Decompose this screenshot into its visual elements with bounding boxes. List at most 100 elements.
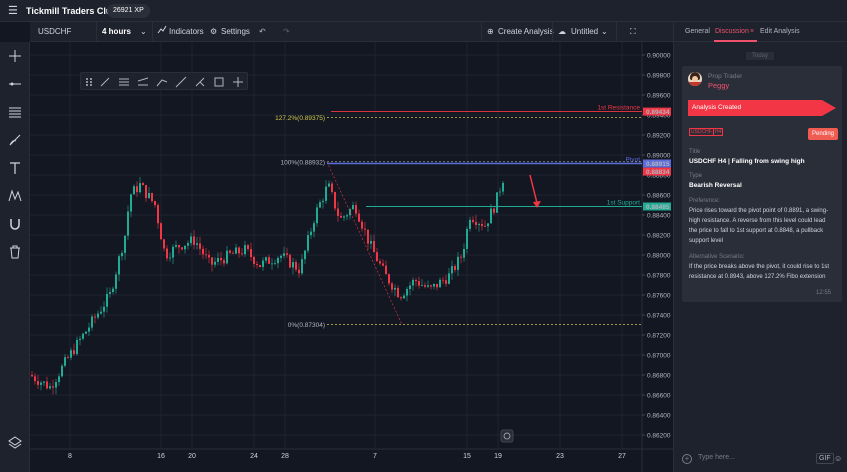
drag-handle-icon[interactable]: [83, 76, 95, 88]
add-attachment-icon[interactable]: +: [682, 454, 692, 464]
magnet-icon[interactable]: [5, 214, 25, 234]
candle-body: [346, 215, 348, 217]
candle-body: [376, 252, 378, 262]
create-analysis-button[interactable]: Create Analysis: [498, 22, 554, 42]
layout-name[interactable]: Untitled: [571, 22, 598, 42]
layers-icon[interactable]: [5, 432, 25, 452]
candle-body: [367, 229, 369, 244]
trend-line-icon[interactable]: [99, 76, 111, 88]
candle-body: [283, 253, 285, 256]
candle-body: [106, 293, 108, 307]
tab-general[interactable]: General: [685, 28, 710, 35]
candle-body: [178, 245, 180, 248]
pitchfork-icon[interactable]: [156, 76, 168, 88]
pattern-icon[interactable]: [5, 186, 25, 206]
settings-button[interactable]: Settings: [221, 22, 250, 42]
time-tick-label: 19: [494, 453, 502, 460]
candle-body: [136, 186, 138, 193]
crosshair-icon[interactable]: [5, 46, 25, 66]
alternative-text: If the price breaks above the pivot, it …: [689, 264, 830, 280]
candle-body: [394, 287, 396, 290]
candle-body: [97, 313, 99, 318]
ray-icon[interactable]: [175, 76, 187, 88]
candle-body: [151, 193, 153, 202]
fib-retracement-icon[interactable]: [5, 102, 25, 122]
candle-body: [439, 279, 441, 288]
analysis-type: Bearish Reversal: [689, 182, 742, 189]
candle-body: [250, 249, 252, 257]
candle-body: [199, 243, 201, 249]
divider: [481, 22, 482, 42]
candle-body: [475, 221, 477, 225]
price-chart[interactable]: 127.2%(0.89375) 100%(0.88932) 0%(0.87304) 1…: [30, 42, 673, 472]
channel-icon[interactable]: [137, 76, 149, 88]
candle-body: [130, 194, 132, 212]
symbol-selector[interactable]: USDCHF: [38, 22, 71, 42]
rectangle-icon[interactable]: [213, 76, 225, 88]
candle-body: [385, 265, 387, 275]
cloud-icon[interactable]: ☁: [558, 22, 566, 42]
chart-area[interactable]: 127.2%(0.89375) 100%(0.88932) 0%(0.87304) 1…: [30, 42, 673, 472]
hamburger-menu-icon[interactable]: ☰: [8, 5, 20, 17]
price-label: 0.88834: [646, 169, 670, 176]
candle-body: [193, 236, 195, 245]
brush-icon[interactable]: [5, 130, 25, 150]
type-label: Type: [689, 173, 703, 179]
candle-body: [52, 386, 54, 388]
price-tick-label: 0.87400: [647, 313, 671, 320]
preference-label: Preference:: [689, 198, 721, 204]
candle-body: [112, 288, 114, 293]
candle-body: [472, 219, 474, 222]
indicators-icon[interactable]: [157, 22, 167, 42]
candle-body: [31, 375, 33, 377]
fullscreen-icon[interactable]: ⛶: [630, 22, 636, 42]
candle-body: [418, 281, 420, 286]
price-tick-label: 0.88400: [647, 213, 671, 220]
fib-level-label: 100%(0.88932): [281, 159, 325, 166]
gear-icon[interactable]: ⚙: [210, 22, 217, 42]
text-icon[interactable]: [5, 158, 25, 178]
chevron-down-icon[interactable]: ⌄: [601, 22, 608, 42]
candle-body: [70, 350, 72, 358]
chevron-down-icon[interactable]: ⌄: [140, 22, 147, 42]
trash-icon[interactable]: [5, 242, 25, 262]
candle-body: [253, 256, 255, 264]
divider: [616, 22, 617, 42]
level-label: Pivot: [626, 157, 641, 164]
candle-body: [397, 287, 399, 298]
candle-body: [406, 289, 408, 296]
candle-body: [298, 269, 300, 274]
interval-selector[interactable]: 4 hours: [102, 22, 131, 42]
indicators-button[interactable]: Indicators: [169, 22, 204, 42]
candle-body: [79, 338, 81, 340]
preference-text: Price rises toward the pivot point of 0.…: [689, 208, 829, 244]
candle-body: [163, 239, 165, 249]
candle-body: [274, 263, 276, 264]
candle-body: [184, 245, 186, 250]
price-tick-label: 0.87800: [647, 273, 671, 280]
plus-circle-icon[interactable]: ⊕: [487, 22, 494, 42]
candle-body: [67, 357, 69, 358]
close-icon[interactable]: ×: [750, 28, 754, 35]
author-name[interactable]: Peggy: [708, 81, 729, 90]
emoji-icon[interactable]: ☺: [834, 454, 842, 463]
fib-icon[interactable]: [118, 76, 130, 88]
candle-body: [244, 245, 246, 255]
redo-icon[interactable]: ↷: [283, 22, 290, 42]
divider: [152, 22, 153, 42]
undo-icon[interactable]: ↶: [259, 22, 266, 42]
horizontal-line-icon[interactable]: [5, 74, 25, 94]
candle-body: [214, 261, 216, 265]
gif-button[interactable]: GIF: [816, 453, 834, 464]
candle-body: [40, 382, 42, 385]
candle-body: [103, 306, 105, 312]
fib-trend-line: [326, 161, 403, 325]
crosshair-icon[interactable]: [232, 76, 244, 88]
tab-discussion[interactable]: Discussion: [715, 28, 749, 35]
avatar[interactable]: [688, 72, 702, 86]
measure-icon[interactable]: [194, 76, 206, 88]
candle-body: [160, 223, 162, 240]
reply-input[interactable]: Type here...: [698, 454, 735, 461]
tab-edit-analysis[interactable]: Edit Analysis: [760, 28, 800, 35]
candle-body: [307, 235, 309, 251]
